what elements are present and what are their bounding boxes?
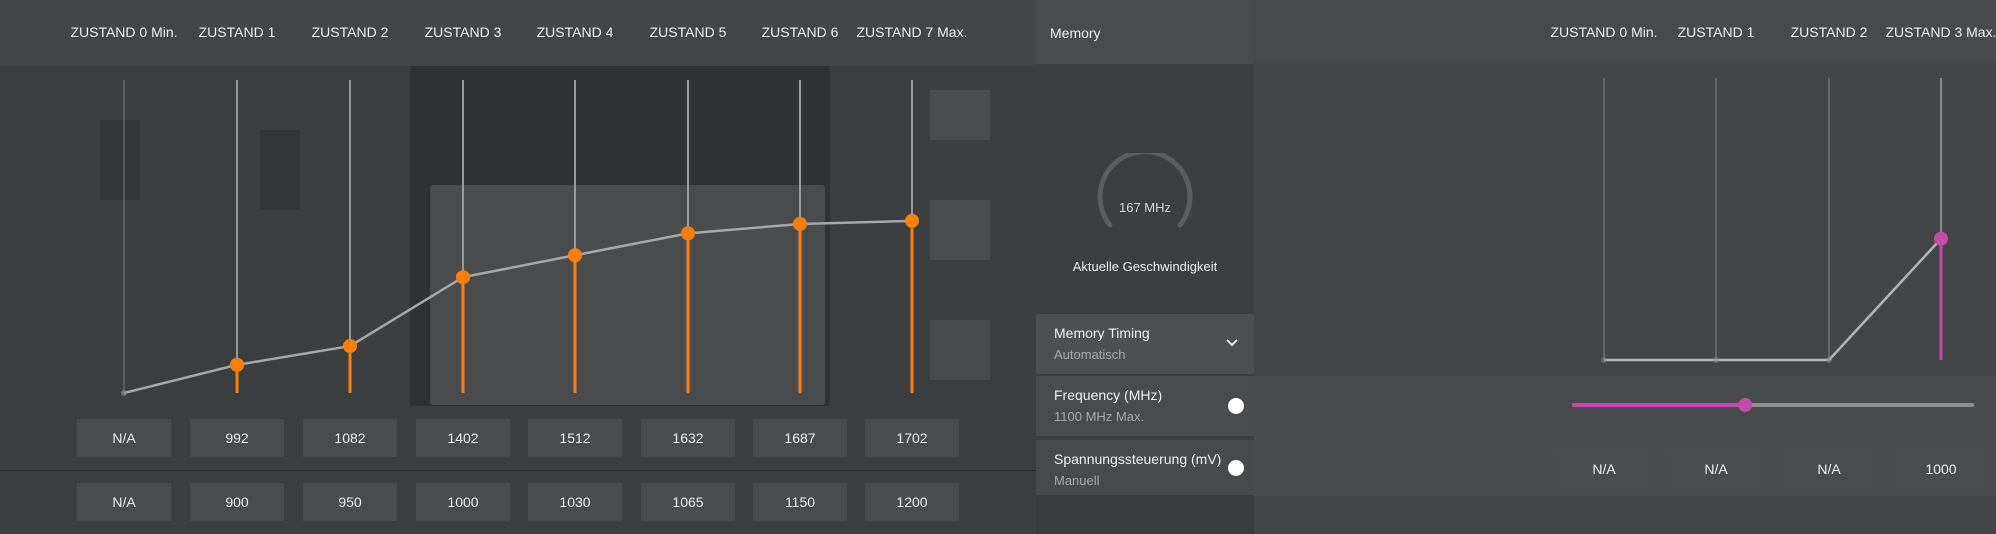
frequency-value-box[interactable]: 992	[190, 419, 284, 457]
state-point-handle[interactable]	[905, 213, 919, 228]
speed-gauge	[1097, 153, 1193, 228]
voltage-value-box[interactable]: 1065	[641, 483, 735, 521]
frequency-value: 1100 MHz Max.	[1054, 409, 1145, 424]
state-point-handle[interactable]	[343, 339, 357, 354]
memory-value-box[interactable]: N/A	[1669, 450, 1763, 488]
memory-slider-thumb[interactable]	[1738, 398, 1753, 412]
frequency-value-box[interactable]: 1632	[641, 419, 735, 457]
frequency-value-box[interactable]: 1082	[303, 419, 397, 457]
chevron-down-icon[interactable]	[1226, 336, 1238, 348]
voltage-value-box[interactable]: 1150	[753, 483, 847, 521]
state-point-handle[interactable]	[121, 390, 127, 396]
frequency-title: Frequency (MHz)	[1054, 387, 1163, 403]
memory-timing-title: Memory Timing	[1054, 325, 1150, 341]
voltage-value-box[interactable]: N/A	[77, 483, 171, 521]
state-point-handle[interactable]	[1601, 357, 1607, 363]
row-divider	[0, 470, 1036, 471]
frequency-row[interactable]: Frequency (MHz) 1100 MHz Max.	[1036, 376, 1254, 436]
memory-timing-dropdown[interactable]: Memory Timing Automatisch	[1036, 314, 1254, 374]
frequency-value-box[interactable]: 1402	[416, 419, 510, 457]
voltage-title: Spannungssteuerung (mV)	[1054, 451, 1222, 467]
memory-value-box[interactable]: N/A	[1557, 450, 1651, 488]
voltage-value-box[interactable]: 1030	[528, 483, 622, 521]
state-point-handle[interactable]	[793, 216, 807, 231]
voltage-value-box[interactable]: 950	[303, 483, 397, 521]
frequency-value-box[interactable]: 1687	[753, 419, 847, 457]
frequency-value-box[interactable]: 1512	[528, 419, 622, 457]
memory-curve-line	[1604, 237, 1942, 362]
state-point-handle[interactable]	[1826, 357, 1832, 363]
frequency-value-box[interactable]: N/A	[77, 419, 171, 457]
voltage-value-box[interactable]: 1200	[865, 483, 959, 521]
state-point-handle[interactable]	[1934, 231, 1948, 246]
voltage-value: Manuell	[1054, 473, 1100, 488]
frequency-value-box[interactable]: 1702	[865, 419, 959, 457]
frequency-toggle[interactable]	[1228, 398, 1244, 414]
memory-timing-value: Automatisch	[1054, 347, 1126, 362]
state-point-handle[interactable]	[1713, 357, 1719, 363]
gauge-value: 167 MHz	[1118, 200, 1172, 215]
gpu-clock-panel: ZUSTAND 0 Min. ZUSTAND 1 ZUSTAND 2 ZUSTAND …	[0, 0, 1036, 534]
voltage-value-box[interactable]: 900	[190, 483, 284, 521]
state-point-handle[interactable]	[456, 270, 470, 285]
voltage-toggle[interactable]	[1228, 460, 1244, 476]
state-point-handle[interactable]	[681, 226, 695, 241]
memory-panel: Memory 167 MHz Aktuelle Geschwindigkeit …	[1036, 0, 1254, 495]
state-point-handle[interactable]	[568, 248, 582, 263]
gauge-caption: Aktuelle Geschwindigkeit	[1072, 259, 1218, 274]
memory-value-box[interactable]: 1000	[1894, 450, 1988, 488]
state-point-handle[interactable]	[230, 357, 244, 372]
memory-clock-panel: ZUSTAND 0 Min. ZUSTAND 1 ZUSTAND 2 ZUSTAND …	[1254, 0, 1996, 534]
memory-header: Memory	[1036, 0, 1254, 64]
voltage-control-row[interactable]: Spannungssteuerung (mV) Manuell	[1036, 440, 1254, 495]
voltage-value-box[interactable]: 1000	[416, 483, 510, 521]
memory-value-box[interactable]: N/A	[1782, 450, 1876, 488]
